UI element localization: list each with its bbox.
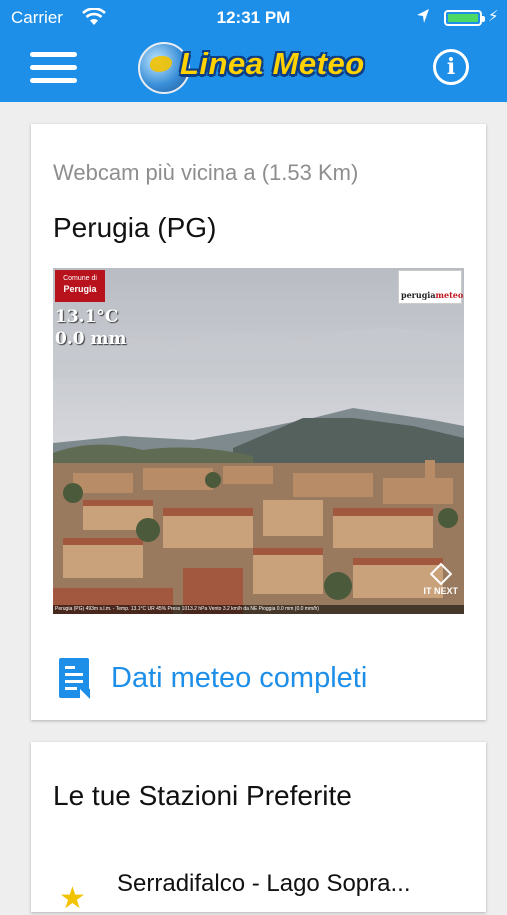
station-name: Serradifalco - Lago Sopra... [117, 870, 411, 897]
diamond-icon [429, 562, 453, 586]
star-icon: ★ [59, 882, 86, 915]
info-icon[interactable]: i [433, 49, 469, 85]
full-weather-data-link[interactable]: Dati meteo completi [53, 654, 413, 700]
status-bar: Carrier 12:31 PM ⚡ [0, 0, 507, 36]
badge-small-text: Comune di [63, 275, 97, 282]
webcam-readings: 13.1°C 0.0 mm [55, 306, 126, 350]
charging-bolt-icon: ⚡ [488, 8, 499, 25]
logo-text: Linea Meteo [180, 46, 365, 81]
battery-icon [444, 10, 485, 26]
webcam-distance-label: Webcam più vicina a (1.53 Km) [53, 160, 359, 185]
comune-badge: Comune di Perugia [55, 270, 105, 302]
document-chart-icon [59, 658, 90, 699]
logo-text-a: perugia [401, 290, 436, 300]
precipitation-reading: 0.0 mm [55, 329, 127, 349]
favorites-title: Le tue Stazioni Preferite [53, 780, 352, 811]
hamburger-menu-icon[interactable] [30, 50, 78, 86]
top-bar: Carrier 12:31 PM ⚡ Linea Meteo i [0, 0, 507, 102]
logo-text-b: meteo.it [435, 290, 464, 300]
brand-text: IT NEXT [423, 586, 458, 596]
clock: 12:31 PM [216, 8, 291, 27]
app-logo: Linea Meteo [136, 40, 376, 98]
webcam-card: Webcam più vicina a (1.53 Km) Perugia (P… [31, 124, 486, 720]
favorite-stations-card: Le tue Stazioni Preferite ★ Serradifalco… [31, 742, 486, 914]
favorite-station-item[interactable]: ★ Serradifalco - Lago Sopra... [53, 866, 473, 914]
location-arrow-icon [416, 8, 430, 29]
city-title: Perugia (PG) [53, 212, 217, 243]
battery-level [448, 14, 478, 22]
perugiameteo-logo: perugiameteo.it [398, 270, 464, 304]
badge-city-text: Perugia [63, 284, 97, 294]
itnext-watermark: IT NEXT [423, 562, 458, 596]
webcam-info-bar: Perugia (PG) 493m s.l.m. - Temp. 13.1°C … [53, 605, 464, 614]
temperature-reading: 13.1°C [55, 307, 119, 327]
webcam-image[interactable]: Comune di Perugia perugiameteo.it 13.1°C… [53, 268, 464, 614]
full-weather-data-label: Dati meteo completi [111, 662, 368, 694]
